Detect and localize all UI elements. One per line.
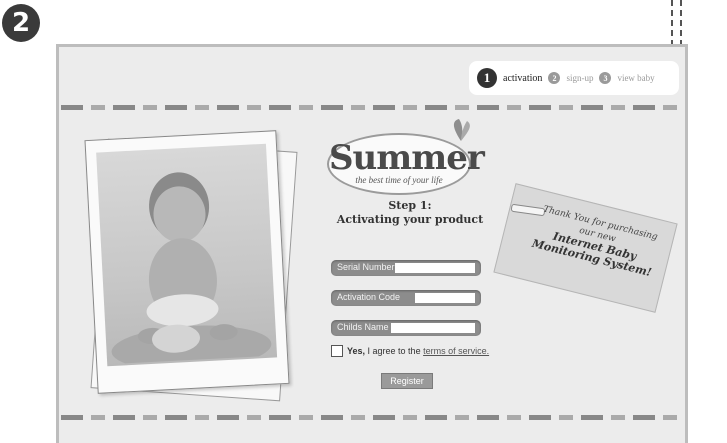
- activation-code-input[interactable]: [415, 293, 475, 303]
- progress-steps: 1 activation 2 sign-up 3 view baby: [469, 61, 679, 95]
- step-2-label: sign-up: [566, 73, 594, 83]
- agree-prefix: Yes,: [347, 346, 366, 356]
- step-3-icon: 3: [599, 72, 612, 84]
- logo-wordmark: Summer: [329, 138, 485, 178]
- terms-link[interactable]: terms of service.: [423, 346, 489, 356]
- app-frame: 1 activation 2 sign-up 3 view baby Summe…: [56, 44, 688, 443]
- agree-checkbox[interactable]: [331, 345, 343, 357]
- step-1-label: activation: [503, 72, 543, 84]
- child-name-input[interactable]: [391, 323, 475, 333]
- bottom-dashed-divider: [61, 415, 683, 420]
- child-name-label: Childs Name: [337, 322, 389, 332]
- step-line-2: Activating your product: [336, 213, 484, 226]
- step-heading: Step 1: Activating your product: [335, 199, 485, 227]
- butterfly-icon: [453, 119, 470, 141]
- serial-number-label: Serial Number: [337, 262, 395, 272]
- step-3-label: view baby: [617, 73, 655, 83]
- step-line-1: Step 1:: [388, 199, 432, 212]
- serial-number-input[interactable]: [395, 263, 475, 273]
- agree-text: I agree to the: [365, 346, 424, 356]
- serial-number-field: Serial Number: [331, 260, 481, 276]
- step-1-icon: 1: [477, 68, 497, 88]
- terms-agreement: Yes, I agree to the terms of service.: [331, 345, 489, 357]
- baby-illustration: [111, 172, 272, 367]
- step-number-badge: 2: [2, 4, 40, 42]
- register-button[interactable]: Register: [381, 373, 433, 389]
- child-name-field: Childs Name: [331, 320, 481, 336]
- baby-photo: [84, 130, 290, 394]
- step-2-icon: 2: [548, 72, 561, 84]
- activation-code-field: Activation Code: [331, 290, 481, 306]
- top-dashed-divider: [61, 105, 683, 110]
- activation-code-label: Activation Code: [337, 292, 401, 302]
